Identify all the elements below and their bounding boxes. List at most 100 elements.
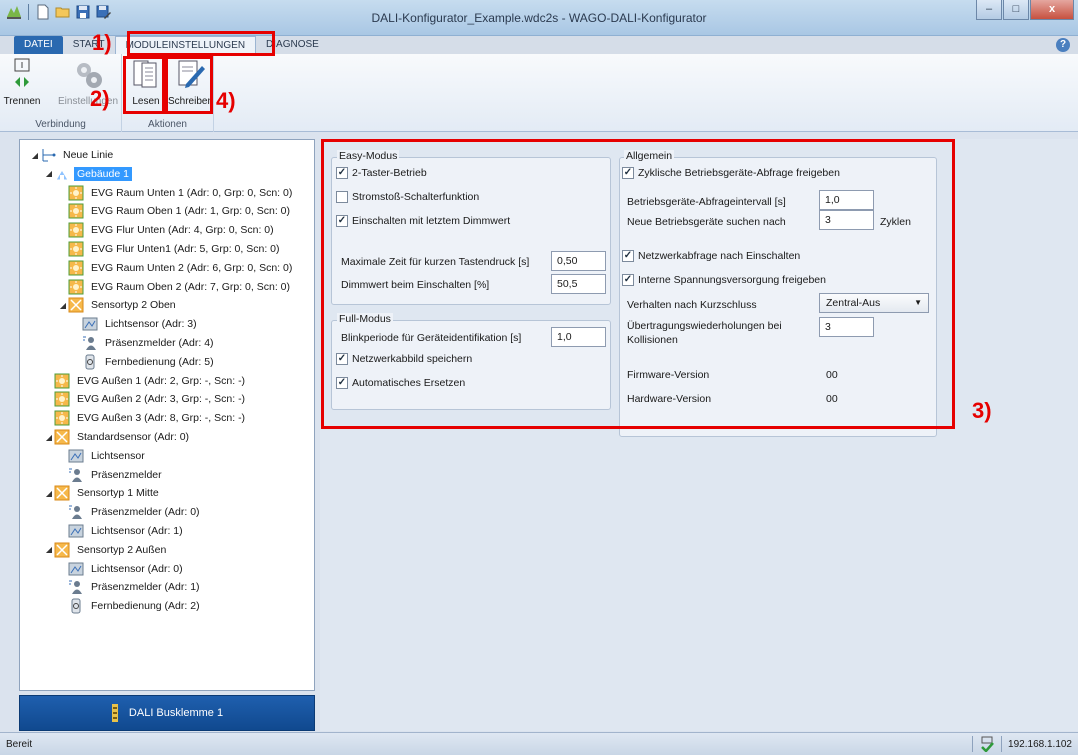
tree-item[interactable]: ◢ Sensortyp 1 Mitte <box>44 484 162 502</box>
net-image-row[interactable]: ✓ Netzwerkabbild speichern <box>336 353 472 365</box>
tree-item[interactable]: Präsenzmelder <box>58 466 165 484</box>
annotation-label-3: 3) <box>972 398 992 423</box>
max-time-input[interactable]: 0,50 <box>551 251 606 271</box>
window-title: DALI-Konfigurator_Example.wdc2s - WAGO-D… <box>371 11 707 25</box>
tree-item[interactable]: ◢ Neue Linie <box>30 146 116 164</box>
tree-expander-icon[interactable]: ◢ <box>44 489 54 498</box>
annotation-label-1: 1) <box>92 30 112 55</box>
tree-item[interactable]: ◢ Gebäude 1 <box>44 165 132 183</box>
power-supply-checkbox[interactable]: ✓ <box>622 274 634 286</box>
tab-diagnose[interactable]: DIAGNOSE <box>256 36 329 54</box>
tree-item-label: EVG Raum Oben 1 (Adr: 1, Grp: 0, Scn: 0) <box>91 205 290 218</box>
disconnect-label: Trennen <box>3 96 41 107</box>
two-button-checkbox[interactable]: ✓ <box>336 167 348 179</box>
tree-item[interactable]: Fernbedienung (Adr: 2) <box>58 597 203 615</box>
tree-expander-icon[interactable]: ◢ <box>44 433 54 442</box>
ballast-icon <box>68 260 84 276</box>
tree-item-label: EVG Außen 2 (Adr: 3, Grp: -, Scn: -) <box>77 393 246 406</box>
last-dim-checkbox[interactable]: ✓ <box>336 215 348 227</box>
last-dim-row[interactable]: ✓ Einschalten mit letztem Dimmwert <box>336 215 510 227</box>
tree-item-label: EVG Raum Unten 2 (Adr: 6, Grp: 0, Scn: 0… <box>91 261 293 274</box>
ballast-icon <box>68 185 84 201</box>
tree-item[interactable]: Präsenzmelder (Adr: 1) <box>58 578 203 596</box>
blink-label: Blinkperiode für Geräteidentifikation [s… <box>341 332 522 344</box>
ribbon: Trennen Einstellungen Verbindung Lesen S… <box>0 54 1078 132</box>
help-button[interactable]: ? <box>1056 38 1070 52</box>
tab-moduleinstellungen[interactable]: MODULEINSTELLUNGEN <box>114 36 257 54</box>
read-label: Lesen <box>132 96 160 107</box>
tree-expander-icon[interactable]: ◢ <box>44 169 54 178</box>
search-label: Neue Betriebsgeräte suchen nach <box>627 216 786 228</box>
tree-expander-icon[interactable]: ◢ <box>58 301 68 310</box>
bus-terminal-button[interactable]: DALI Busklemme 1 <box>19 695 315 731</box>
tree-item[interactable]: EVG Flur Unten (Adr: 4, Grp: 0, Scn: 0) <box>58 221 277 239</box>
tree-item[interactable]: Lichtsensor (Adr: 1) <box>58 522 186 540</box>
tree-item[interactable]: Lichtsensor (Adr: 3) <box>72 315 200 333</box>
tree-item[interactable]: EVG Außen 2 (Adr: 3, Grp: -, Scn: -) <box>44 390 248 408</box>
tree-item[interactable]: ◢ Standardsensor (Adr: 0) <box>44 428 192 446</box>
write-icon <box>178 60 205 88</box>
tree-item[interactable]: Lichtsensor (Adr: 0) <box>58 560 186 578</box>
auto-replace-label: Automatisches Ersetzen <box>352 377 466 389</box>
tree-item-label: EVG Flur Unten (Adr: 4, Grp: 0, Scn: 0) <box>91 224 274 237</box>
tree-item[interactable]: Lichtsensor <box>58 447 148 465</box>
minimize-button[interactable]: – <box>976 0 1002 20</box>
write-button[interactable]: Schreiben <box>168 58 213 107</box>
retries-input[interactable]: 3 <box>819 317 874 337</box>
tree-item[interactable]: ◢ Sensortyp 2 Oben <box>58 296 179 314</box>
presence-icon <box>82 335 98 351</box>
close-button[interactable]: x <box>1030 0 1074 20</box>
dim-on-label: Dimmwert beim Einschalten [%] <box>341 279 490 291</box>
net-image-checkbox[interactable]: ✓ <box>336 353 348 365</box>
maximize-button[interactable]: □ <box>1003 0 1029 20</box>
tree-item[interactable]: EVG Flur Unten1 (Adr: 5, Grp: 0, Scn: 0) <box>58 240 283 258</box>
tab-datei[interactable]: DATEI <box>14 36 63 54</box>
net-query-checkbox[interactable]: ✓ <box>622 250 634 262</box>
window-controls: – □ x <box>975 0 1074 20</box>
cyclic-checkbox[interactable]: ✓ <box>622 167 634 179</box>
firmware-value: 00 <box>826 369 838 381</box>
impulse-checkbox[interactable] <box>336 191 348 203</box>
sensor-icon <box>54 485 70 501</box>
dim-on-input[interactable]: 50,5 <box>551 274 606 294</box>
ballast-icon <box>54 373 70 389</box>
net-image-label: Netzwerkabbild speichern <box>352 353 473 365</box>
light-sensor-icon <box>82 316 98 332</box>
general-title: Allgemein <box>624 150 675 162</box>
auto-replace-row[interactable]: ✓ Automatisches Ersetzen <box>336 377 465 389</box>
interval-input[interactable]: 1,0 <box>819 190 874 210</box>
cyclic-row[interactable]: ✓ Zyklische Betriebsgeräte-Abfrage freig… <box>622 167 840 179</box>
two-button-row[interactable]: ✓ 2-Taster-Betrieb <box>336 167 427 179</box>
tree-item-label: EVG Flur Unten1 (Adr: 5, Grp: 0, Scn: 0) <box>91 243 280 255</box>
tree-item[interactable]: EVG Außen 3 (Adr: 8, Grp: -, Scn: -) <box>44 409 248 427</box>
tree-item-label: Präsenzmelder <box>91 468 162 481</box>
chevron-down-icon: ▼ <box>914 298 922 307</box>
tree-item[interactable]: Präsenzmelder (Adr: 4) <box>72 334 217 352</box>
short-circuit-select[interactable]: Zentral-Aus ▼ <box>819 293 929 313</box>
tree-item[interactable]: Fernbedienung (Adr: 5) <box>72 353 217 371</box>
status-bar: Bereit 192.168.1.102 <box>0 732 1078 755</box>
tree-item[interactable]: EVG Außen 1 (Adr: 2, Grp: -, Scn: -) <box>44 372 248 390</box>
ballast-icon <box>54 391 70 407</box>
tree-item[interactable]: ◢ Sensortyp 2 Außen <box>44 541 169 559</box>
disconnect-button[interactable]: Trennen <box>2 58 42 107</box>
net-query-label: Netzwerkabfrage nach Einschalten <box>638 250 801 262</box>
power-supply-row[interactable]: ✓ Interne Spannungsversorgung freigeben <box>622 274 826 286</box>
auto-replace-checkbox[interactable]: ✓ <box>336 377 348 389</box>
tree-expander-icon[interactable]: ◢ <box>44 545 54 554</box>
tree-expander-icon[interactable]: ◢ <box>30 151 40 160</box>
net-query-row[interactable]: ✓ Netzwerkabfrage nach Einschalten <box>622 250 800 262</box>
read-button[interactable]: Lesen <box>128 58 164 107</box>
tree-item[interactable]: Präsenzmelder (Adr: 0) <box>58 503 203 521</box>
tree-item[interactable]: EVG Raum Oben 2 (Adr: 7, Grp: 0, Scn: 0) <box>58 278 293 296</box>
short-circuit-value: Zentral-Aus <box>826 297 881 309</box>
tree-item-label: Lichtsensor (Adr: 3) <box>105 318 197 331</box>
impulse-row[interactable]: Stromstoß-Schalterfunktion <box>336 191 479 203</box>
tree-item[interactable]: EVG Raum Unten 2 (Adr: 6, Grp: 0, Scn: 0… <box>58 259 295 277</box>
building-icon <box>54 166 70 182</box>
tree-item[interactable]: EVG Raum Unten 1 (Adr: 0, Grp: 0, Scn: 0… <box>58 184 295 202</box>
retries-label-line2: Kollisionen <box>627 334 678 346</box>
blink-input[interactable]: 1,0 <box>551 327 606 347</box>
search-input[interactable]: 3 <box>819 210 874 230</box>
tree-item[interactable]: EVG Raum Oben 1 (Adr: 1, Grp: 0, Scn: 0) <box>58 202 293 220</box>
